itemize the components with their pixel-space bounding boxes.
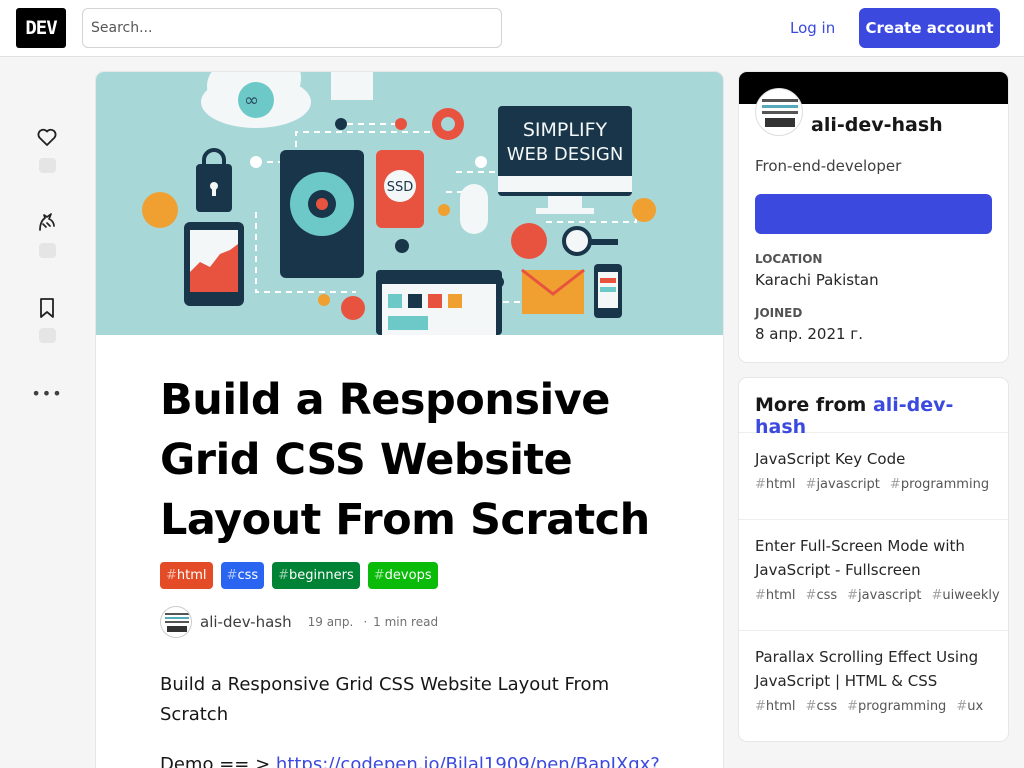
follow-button[interactable] [755,194,992,234]
author-name-link[interactable]: ali-dev-hash [200,613,292,631]
more-item-tags: #html #css #javascript #uiweekly [755,588,1000,603]
tag-css[interactable]: # css [220,562,265,589]
more-from-item[interactable]: Enter Full-Screen Mode with JavaScript -… [739,520,1008,631]
dev-logo[interactable]: DEV [16,8,66,48]
author-avatar[interactable] [160,606,192,638]
tag-html[interactable]: # html [160,562,213,589]
top-header: DEV Log in Create account [0,0,1024,57]
heart-icon[interactable] [30,122,64,152]
meta-separator: · [363,615,368,629]
profile-bio: Fron-end-developer [755,157,902,175]
read-time: 1 min read [373,615,439,629]
demo-label: Demo == > [160,754,276,768]
article-card: ∞ SSD SIMPLIFY WEB DESIGN Build a Respon… [96,72,723,768]
svg-text:∞: ∞ [244,90,259,111]
create-account-button[interactable]: Create account [859,8,1000,48]
tag-list: # html # css # beginners # devops [160,562,438,589]
profile-name[interactable]: ali-dev-hash [811,114,943,136]
more-from-card: More from ali-dev-hash JavaScript Key Co… [739,378,1008,741]
demo-line: Demo == > https://codepen.io/Bilal1909/p… [160,750,680,768]
cover-web-design-text: WEB DESIGN [507,144,624,165]
more-from-item[interactable]: Parallax Scrolling Effect Using JavaScri… [739,631,1008,741]
unicorn-icon[interactable] [30,208,64,238]
tag-devops[interactable]: # devops [367,562,438,589]
author-row: ali-dev-hash 19 апр. · 1 min read [160,606,438,638]
profile-avatar[interactable] [755,88,803,136]
search-input[interactable] [82,8,502,48]
cover-ssd-label: SSD [387,180,414,195]
joined-value: 8 апр. 2021 г. [755,325,863,343]
article-title: Build a Responsive Grid CSS Website Layo… [160,375,650,545]
more-item-title: Enter Full-Screen Mode with JavaScript -… [755,537,965,579]
demo-link[interactable]: https://codepen.io/Bilal1909/pen/BapJXqx… [276,754,660,768]
cover-image: ∞ SSD SIMPLIFY WEB DESIGN [96,72,723,335]
unicorn-count [39,243,56,258]
login-link[interactable]: Log in [776,8,849,48]
more-item-title: JavaScript Key Code [755,450,906,468]
more-icon[interactable]: ••• [30,380,64,406]
tag-beginners[interactable]: # beginners [272,562,360,589]
more-item-tags: #html #javascript #programming [755,477,990,492]
publish-date: 19 апр. [307,615,354,629]
cover-simplify-text: SIMPLIFY [523,119,608,141]
reaction-count [39,158,56,173]
location-value: Karachi Pakistan [755,271,879,289]
more-item-title: Parallax Scrolling Effect Using JavaScri… [755,648,979,690]
more-from-heading: More from ali-dev-hash [739,378,1008,438]
author-profile-card: ali-dev-hash Fron-end-developer LOCATION… [739,72,1008,362]
more-from-item[interactable]: JavaScript Key Code #html #javascript #p… [739,433,1008,520]
article-body: Build a Responsive Grid CSS Website Layo… [160,674,610,725]
joined-label: JOINED [755,306,803,320]
bookmark-count [39,328,56,343]
location-label: LOCATION [755,252,823,266]
bookmark-icon[interactable] [30,293,64,323]
more-item-tags: #html #css #programming #ux [755,699,984,714]
